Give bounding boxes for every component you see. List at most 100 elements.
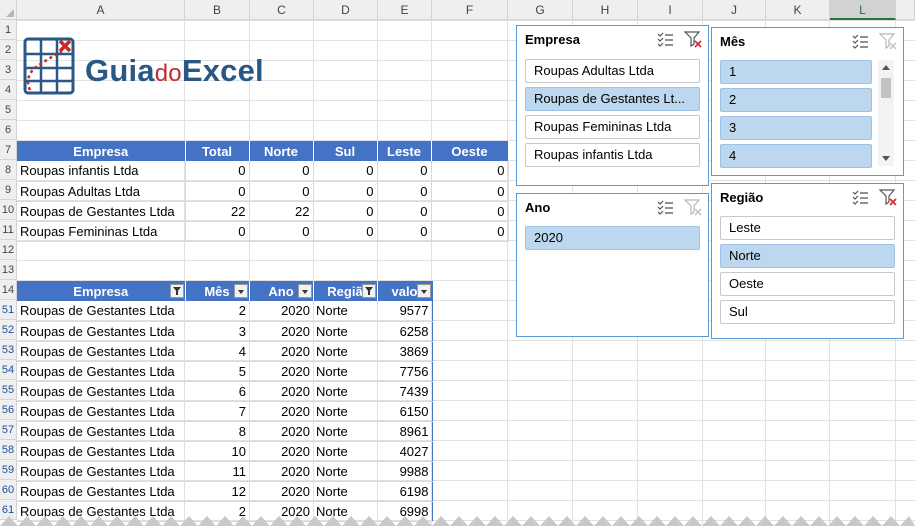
column-header-e[interactable]: E xyxy=(378,0,432,20)
column-header-a[interactable]: A xyxy=(17,0,185,20)
slicer-regiao-item[interactable]: Sul xyxy=(720,300,895,324)
month-cell[interactable]: 10 xyxy=(185,441,249,462)
slicer-regiao-item[interactable]: Leste xyxy=(720,216,895,240)
row-header-3[interactable]: 3 xyxy=(0,60,17,80)
column-header-j[interactable]: J xyxy=(703,0,766,20)
value-cell[interactable]: 3869 xyxy=(377,341,433,362)
region-cell[interactable]: Norte xyxy=(313,301,377,322)
slicer-empresa-item[interactable]: Roupas Adultas Ltda xyxy=(525,59,700,83)
company-cell[interactable]: Roupas de Gestantes Ltda xyxy=(17,421,185,442)
row-header-6[interactable]: 6 xyxy=(0,120,17,140)
slicer-ano-item[interactable]: 2020 xyxy=(525,226,700,250)
month-cell[interactable]: 3 xyxy=(185,321,249,342)
column-header-i[interactable]: I xyxy=(638,0,703,20)
scroll-up-arrow-icon[interactable] xyxy=(882,65,890,70)
value-cell[interactable]: 0 xyxy=(431,201,509,222)
slicer-regiao[interactable]: Região Leste Norte Oeste Sul xyxy=(711,183,904,339)
year-cell[interactable]: 2020 xyxy=(249,361,313,382)
slicer-empresa-item[interactable]: Roupas Femininas Ltda xyxy=(525,115,700,139)
row-header-11[interactable]: 11 xyxy=(0,220,17,240)
company-cell[interactable]: Roupas de Gestantes Ltda xyxy=(17,301,185,322)
detail-header-ano[interactable]: Ano xyxy=(249,281,314,301)
row-header-5[interactable]: 5 xyxy=(0,100,17,120)
column-header-partial[interactable] xyxy=(896,0,915,20)
company-cell[interactable]: Roupas de Gestantes Ltda xyxy=(17,461,185,482)
value-cell[interactable]: 22 xyxy=(185,201,250,222)
row-header-1[interactable]: 1 xyxy=(0,20,17,40)
value-cell[interactable]: 0 xyxy=(313,161,378,182)
summary-header-oeste[interactable]: Oeste xyxy=(431,141,509,161)
summary-header-leste[interactable]: Leste xyxy=(377,141,432,161)
region-cell[interactable]: Norte xyxy=(313,381,377,402)
column-header-h[interactable]: H xyxy=(573,0,638,20)
row-header-59[interactable]: 59 xyxy=(0,460,17,480)
month-cell[interactable]: 4 xyxy=(185,341,249,362)
company-cell[interactable]: Roupas Adultas Ltda xyxy=(17,181,186,202)
company-cell[interactable]: Roupas de Gestantes Ltda xyxy=(17,441,185,462)
month-cell[interactable]: 11 xyxy=(185,461,249,482)
column-header-k[interactable]: K xyxy=(766,0,830,20)
year-cell[interactable]: 2020 xyxy=(249,341,313,362)
row-header-54[interactable]: 54 xyxy=(0,360,17,380)
column-header-l[interactable]: L xyxy=(830,0,896,20)
value-cell[interactable]: 0 xyxy=(185,161,250,182)
slicer-regiao-item[interactable]: Oeste xyxy=(720,272,895,296)
company-cell[interactable]: Roupas de Gestantes Ltda xyxy=(17,381,185,402)
slicer-empresa-item[interactable]: Roupas de Gestantes Lt... xyxy=(525,87,700,111)
row-header-58[interactable]: 58 xyxy=(0,440,17,460)
value-cell[interactable]: 7439 xyxy=(377,381,433,402)
multi-select-icon[interactable] xyxy=(656,30,674,48)
value-cell[interactable]: 6258 xyxy=(377,321,433,342)
summary-header-norte[interactable]: Norte xyxy=(249,141,314,161)
region-cell[interactable]: Norte xyxy=(313,361,377,382)
slicer-mes-item[interactable]: 3 xyxy=(720,116,872,140)
column-header-b[interactable]: B xyxy=(185,0,250,20)
company-cell[interactable]: Roupas infantis Ltda xyxy=(17,161,186,182)
filter-dropdown-icon[interactable] xyxy=(297,284,312,298)
year-cell[interactable]: 2020 xyxy=(249,301,313,322)
detail-header-regiao[interactable]: Regiã xyxy=(313,281,378,301)
value-cell[interactable]: 4027 xyxy=(377,441,433,462)
summary-header-empresa[interactable]: Empresa xyxy=(17,141,186,161)
value-cell[interactable]: 0 xyxy=(185,221,250,242)
multi-select-icon[interactable] xyxy=(656,198,674,216)
month-cell[interactable]: 6 xyxy=(185,381,249,402)
value-cell[interactable]: 0 xyxy=(377,221,432,242)
row-header-14[interactable]: 14 xyxy=(0,280,17,300)
row-header-7[interactable]: 7 xyxy=(0,140,17,160)
value-cell[interactable]: 0 xyxy=(431,161,509,182)
year-cell[interactable]: 2020 xyxy=(249,481,313,502)
month-cell[interactable]: 12 xyxy=(185,481,249,502)
value-cell[interactable]: 8961 xyxy=(377,421,433,442)
row-header-56[interactable]: 56 xyxy=(0,400,17,420)
column-header-c[interactable]: C xyxy=(250,0,314,20)
slicer-mes[interactable]: Mês 1 2 3 4 xyxy=(711,27,904,176)
company-cell[interactable]: Roupas de Gestantes Ltda xyxy=(17,481,185,502)
value-cell[interactable]: 6198 xyxy=(377,481,433,502)
region-cell[interactable]: Norte xyxy=(313,461,377,482)
column-header-g[interactable]: G xyxy=(508,0,573,20)
slicer-regiao-item[interactable]: Norte xyxy=(720,244,895,268)
column-header-f[interactable]: F xyxy=(432,0,508,20)
scroll-thumb[interactable] xyxy=(881,78,891,98)
row-header-53[interactable]: 53 xyxy=(0,340,17,360)
row-header-57[interactable]: 57 xyxy=(0,420,17,440)
multi-select-icon[interactable] xyxy=(851,32,869,50)
value-cell[interactable]: 0 xyxy=(249,181,314,202)
value-cell[interactable]: 6150 xyxy=(377,401,433,422)
region-cell[interactable]: Norte xyxy=(313,321,377,342)
value-cell[interactable]: 0 xyxy=(377,161,432,182)
summary-header-sul[interactable]: Sul xyxy=(313,141,378,161)
value-cell[interactable]: 9577 xyxy=(377,301,433,322)
region-cell[interactable]: Norte xyxy=(313,341,377,362)
column-header-d[interactable]: D xyxy=(314,0,378,20)
company-cell[interactable]: Roupas de Gestantes Ltda xyxy=(17,341,185,362)
value-cell[interactable]: 0 xyxy=(431,221,509,242)
slicer-mes-item[interactable]: 4 xyxy=(720,144,872,168)
value-cell[interactable]: 0 xyxy=(313,201,378,222)
value-cell[interactable]: 0 xyxy=(313,221,378,242)
filter-dropdown-icon[interactable] xyxy=(416,284,431,298)
company-cell[interactable]: Roupas de Gestantes Ltda xyxy=(17,361,185,382)
month-cell[interactable]: 7 xyxy=(185,401,249,422)
value-cell[interactable]: 0 xyxy=(249,221,314,242)
